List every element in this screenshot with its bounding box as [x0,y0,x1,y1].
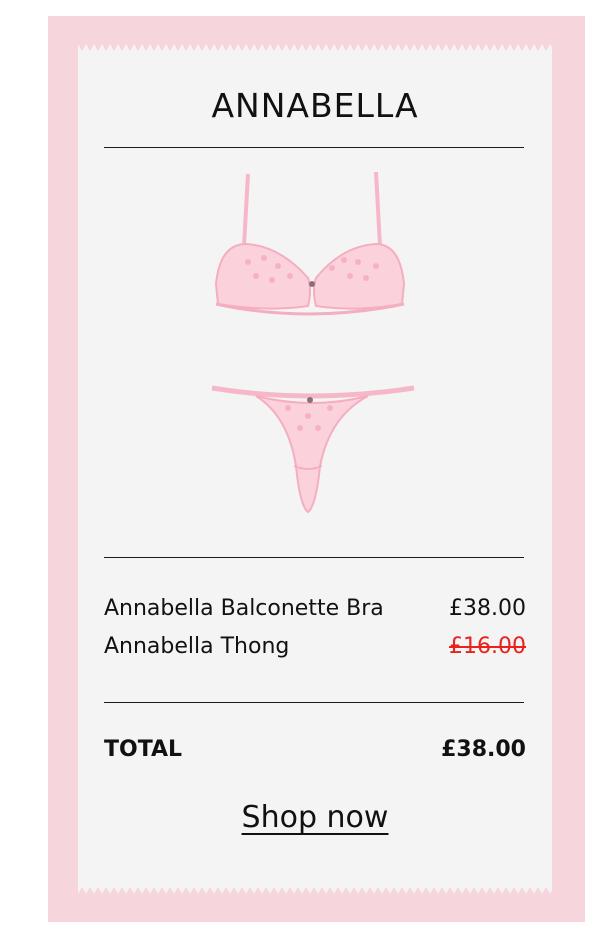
receipt-card: ANNABELLA Annabella Balconette Bra £38.0… [78,44,552,894]
receipt-top-edge [78,44,552,51]
line-item-price-struck: £16.00 [449,634,526,659]
line-item-name: Annabella Balconette Bra [104,596,384,621]
total-label: TOTAL [104,737,183,762]
receipt-bottom-edge [78,887,552,894]
divider-bottom [104,702,524,703]
lingerie-set-icon [211,171,415,514]
brand-title: ANNABELLA [211,86,419,125]
divider-middle [104,557,524,558]
line-item-price: £38.00 [449,596,526,621]
total-amount: £38.00 [441,737,526,762]
divider-top [104,147,524,148]
shop-now-link[interactable]: Shop now [78,800,552,835]
line-item-name: Annabella Thong [104,634,290,659]
